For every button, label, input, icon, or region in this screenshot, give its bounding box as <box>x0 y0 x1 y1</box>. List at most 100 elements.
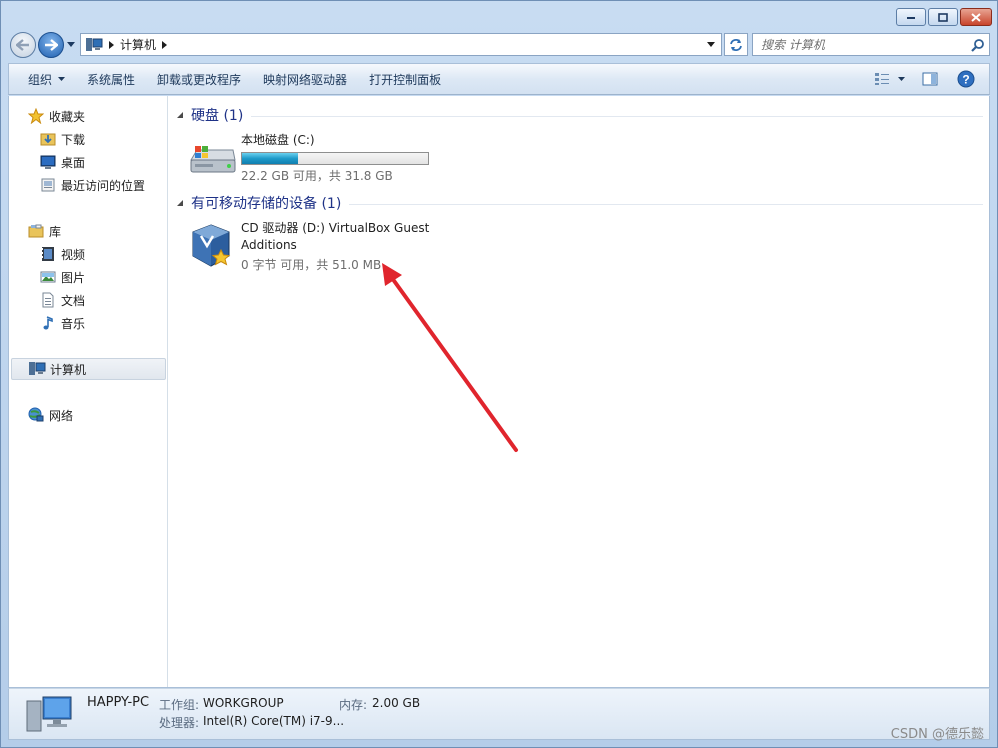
main-pane: 硬盘 (1) 本地磁盘 (C:) 22.2 GB 可用，共 31.8 GB 有可… <box>169 96 990 687</box>
nav-music[interactable]: 音乐 <box>39 312 85 334</box>
help-button[interactable]: ? <box>953 68 979 90</box>
document-icon <box>39 291 57 309</box>
recent-pages-dropdown-icon[interactable] <box>67 42 75 47</box>
map-network-drive-button[interactable]: 映射网络驱动器 <box>252 67 358 91</box>
breadcrumb-chevron-icon[interactable] <box>109 40 114 49</box>
details-pane: HAPPY-PC 工作组: WORKGROUP 内存: 2.00 GB 处理器:… <box>8 688 990 740</box>
address-bar[interactable]: 计算机 <box>80 33 722 56</box>
close-button[interactable] <box>960 8 992 26</box>
search-icon[interactable] <box>971 38 985 52</box>
nav-desktop[interactable]: 桌面 <box>39 151 85 173</box>
navigation-pane: 收藏夹 下载 桌面 最近访问的位置 库 视频 图片 文档 音乐 计算机 网络 <box>9 96 168 687</box>
open-control-panel-button[interactable]: 打开控制面板 <box>358 67 452 91</box>
organize-label: 组织 <box>28 72 53 87</box>
library-folder-icon <box>27 222 45 240</box>
view-controls: ? <box>871 68 979 90</box>
watermark: CSDN @德乐懿 <box>890 727 984 742</box>
uninstall-program-button[interactable]: 卸载或更改程序 <box>146 67 252 91</box>
system-properties-button[interactable]: 系统属性 <box>76 67 146 91</box>
virtualbox-cd-icon <box>192 224 231 267</box>
navigation-row: 计算机 <box>8 32 990 58</box>
maximize-icon <box>938 12 948 22</box>
memory-label: 内存: <box>339 698 368 712</box>
nav-recent-places-label: 最近访问的位置 <box>61 178 146 193</box>
back-button[interactable] <box>10 32 36 58</box>
drive-c-name: 本地磁盘 (C:) <box>241 133 315 147</box>
workgroup-value: WORKGROUP <box>203 696 284 710</box>
nav-libraries-label: 库 <box>49 224 62 239</box>
removable-group-header[interactable]: 有可移动存储的设备 (1) <box>177 193 983 213</box>
search-box[interactable] <box>752 33 990 56</box>
collapse-triangle-icon <box>177 200 183 206</box>
memory-value: 2.00 GB <box>372 696 421 710</box>
forward-arrow-icon <box>45 39 58 51</box>
nav-favorites-label: 收藏夹 <box>49 109 86 124</box>
content-area: 收藏夹 下载 桌面 最近访问的位置 库 视频 图片 文档 音乐 计算机 网络 硬… <box>8 96 990 688</box>
caption-buttons <box>896 8 992 26</box>
view-options-icon <box>874 73 889 85</box>
video-icon <box>39 245 57 263</box>
change-view-button[interactable] <box>871 68 907 90</box>
help-icon: ? <box>957 70 975 88</box>
computer-large-icon <box>26 696 72 732</box>
nav-favorites[interactable]: 收藏夹 <box>27 105 85 127</box>
forward-button[interactable] <box>38 32 64 58</box>
processor-label: 处理器: <box>159 716 200 730</box>
svg-text:?: ? <box>962 73 969 87</box>
close-icon <box>971 12 981 22</box>
drive-c-usage-bar <box>241 152 429 165</box>
nav-pictures[interactable]: 图片 <box>39 266 85 288</box>
drive-c-free-space: 22.2 GB 可用，共 31.8 GB <box>241 169 393 183</box>
nav-computer[interactable]: 计算机 <box>11 358 166 380</box>
pictures-icon <box>39 268 57 286</box>
hard-disks-group-header[interactable]: 硬盘 (1) <box>177 105 983 125</box>
nav-network[interactable]: 网络 <box>27 404 73 426</box>
nav-documents[interactable]: 文档 <box>39 289 85 311</box>
nav-documents-label: 文档 <box>61 293 86 308</box>
nav-desktop-label: 桌面 <box>61 155 86 170</box>
removable-title: 有可移动存储的设备 (1) <box>191 196 342 212</box>
nav-computer-label: 计算机 <box>50 362 87 377</box>
organize-menu[interactable]: 组织 <box>9 67 76 91</box>
nav-downloads-label: 下载 <box>61 132 86 147</box>
drive-d-name: CD 驱动器 (D:) VirtualBox Guest Additions <box>241 221 430 252</box>
nav-videos[interactable]: 视频 <box>39 243 85 265</box>
breadcrumb-chevron-icon[interactable] <box>162 40 168 49</box>
nav-videos-label: 视频 <box>61 247 86 262</box>
command-bar: 组织 系统属性 卸载或更改程序 映射网络驱动器 打开控制面板 ? <box>8 63 990 95</box>
collapse-triangle-icon <box>177 112 183 118</box>
nav-downloads[interactable]: 下载 <box>39 128 85 150</box>
refresh-icon <box>730 38 742 51</box>
workgroup-label: 工作组: <box>159 698 200 712</box>
hard-drive-icon <box>190 146 236 173</box>
nav-music-label: 音乐 <box>61 316 86 331</box>
music-note-icon <box>39 314 57 332</box>
maximize-button[interactable] <box>928 8 958 26</box>
drive-c-usage-fill <box>242 153 298 164</box>
minimize-button[interactable] <box>896 8 926 26</box>
preview-pane-button[interactable] <box>917 68 943 90</box>
downloads-folder-icon <box>39 130 57 148</box>
star-icon <box>27 107 45 125</box>
nav-libraries[interactable]: 库 <box>27 220 61 242</box>
minimize-icon <box>907 17 915 19</box>
nav-network-label: 网络 <box>49 408 74 423</box>
back-arrow-icon <box>16 39 29 51</box>
nav-recent-places[interactable]: 最近访问的位置 <box>39 174 145 196</box>
hard-disks-title: 硬盘 (1) <box>191 108 244 124</box>
breadcrumb-computer[interactable]: 计算机 <box>120 36 156 53</box>
address-history-dropdown-icon[interactable] <box>707 42 715 47</box>
pc-name: HAPPY-PC <box>87 695 150 710</box>
preview-pane-icon <box>922 72 938 86</box>
computer-icon <box>28 360 46 378</box>
refresh-button[interactable] <box>724 33 748 56</box>
search-input[interactable] <box>753 34 963 55</box>
drive-d-free-space: 0 字节 可用，共 51.0 MB <box>241 258 382 272</box>
chevron-down-icon <box>58 77 66 81</box>
group-divider <box>349 203 983 205</box>
computer-icon <box>86 37 103 51</box>
processor-value: Intel(R) Core(TM) i7-9... <box>203 714 345 728</box>
recent-places-icon <box>39 176 57 194</box>
network-icon <box>27 406 45 424</box>
nav-pictures-label: 图片 <box>61 270 86 285</box>
